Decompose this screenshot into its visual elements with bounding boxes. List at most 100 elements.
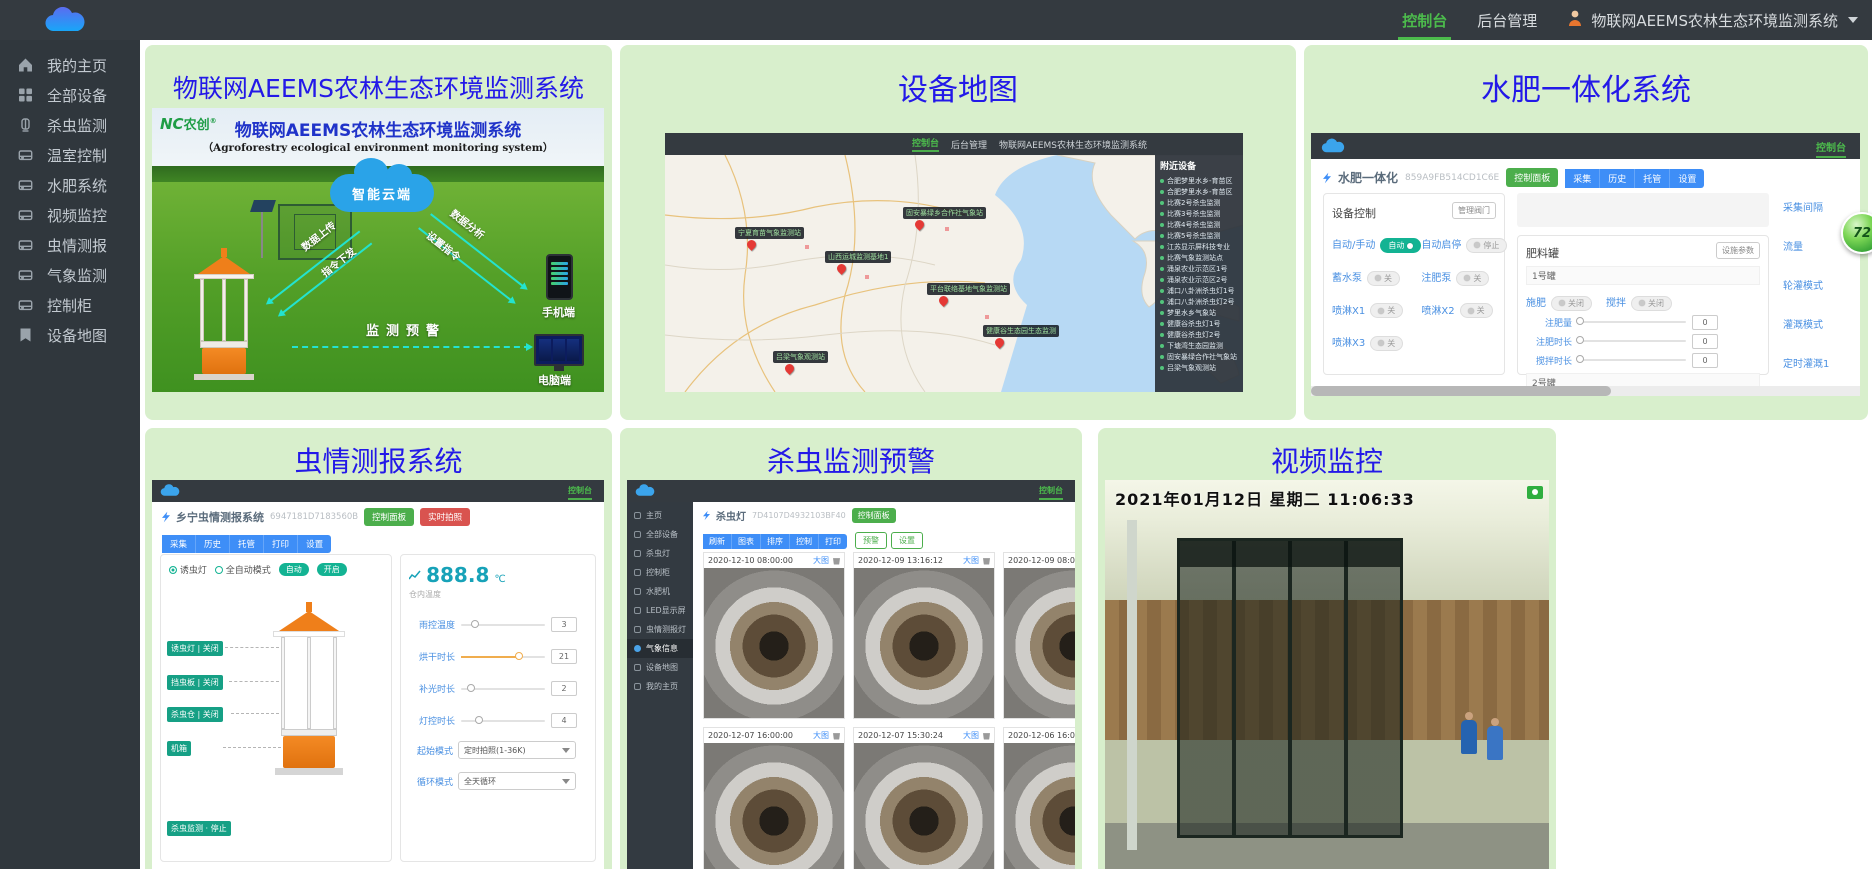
scrollbar-thumb[interactable]	[1311, 386, 1611, 396]
killer-monitor-image[interactable]: 控制台 主页 全部设备 杀虫灯 控制柜 水肥机 LED显示屏 虫情测报灯 气象信…	[627, 480, 1075, 869]
map-pin-label: 吕梁气象观测站	[773, 351, 828, 363]
map-pin[interactable]: 平台联络基地气象监测站	[927, 283, 1010, 305]
toolbar-button: 打印	[264, 535, 298, 553]
mini-console-label: 控制台	[568, 485, 592, 500]
sidebar-item-insect-killer[interactable]: 杀虫监测	[0, 110, 140, 140]
control-row: 喷淋X2关	[1421, 299, 1507, 319]
nearby-device-item[interactable]: 下塘湾生态园监测	[1160, 340, 1238, 351]
nearby-device-item[interactable]: 涌泉农业示范区2号	[1160, 274, 1238, 285]
nearby-device-item[interactable]: 比赛2号杀虫监测	[1160, 197, 1238, 208]
nearby-device-item[interactable]: 浦口八卦洲杀虫灯2号	[1160, 296, 1238, 307]
nearby-device-item[interactable]: 涌泉农业示范区1号	[1160, 263, 1238, 274]
sidebar-item-weather[interactable]: 气象监测	[0, 260, 140, 290]
card-hero-title[interactable]: 物联网AEEMS农林生态环境监测系统	[145, 69, 612, 105]
sidebar-item-device-map[interactable]: 设备地图	[0, 320, 140, 350]
photo-tile: 2020-12-09 08:00:00 大图	[1003, 552, 1075, 719]
bolt-icon	[1323, 172, 1331, 184]
nearby-device-item[interactable]: 比赛4号杀虫监测	[1160, 219, 1238, 230]
status-chip: 杀虫监测 · 停止	[167, 821, 231, 836]
control-panel-button: 控制面板	[364, 508, 414, 526]
nearby-device-item[interactable]: 健康谷杀虫灯1号	[1160, 318, 1238, 329]
hero-image[interactable]: NC农创® 物联网AEEMS农林生态环境监测系统 （Agroforestry e…	[152, 108, 604, 392]
map-pin[interactable]: 宁夏育苗气象监测站	[735, 227, 804, 249]
map-pin-label: 健康谷生态园生态监测	[983, 325, 1059, 337]
pin-icon	[1160, 179, 1164, 183]
nearby-device-item[interactable]: 浦口八卦洲杀虫灯1号	[1160, 285, 1238, 296]
sidebar-item-fertigation[interactable]: 水肥系统	[0, 170, 140, 200]
nearby-device-item[interactable]: 比赛气象监测站点	[1160, 252, 1238, 263]
card-hero: 物联网AEEMS农林生态环境监测系统 NC农创® 物联网AEEMS农林生态环境监…	[145, 45, 612, 420]
nearby-device-item[interactable]: 吕梁气象观测站	[1160, 362, 1238, 373]
chevron-down-icon	[562, 748, 570, 753]
facility-params-button: 设施参数	[1716, 242, 1760, 259]
map-pin[interactable]: 山西运城监测基地1	[825, 251, 891, 273]
sidebar-item-all-devices[interactable]: 全部设备	[0, 80, 140, 110]
nav-admin[interactable]: 后台管理	[1477, 0, 1537, 40]
sidebar-item-label: 水肥系统	[47, 175, 107, 196]
nearby-device-item[interactable]: 比赛5号杀虫监测	[1160, 230, 1238, 241]
card-pest-title[interactable]: 虫情测报系统	[145, 440, 612, 480]
device-name: 乡宁虫情测报系统	[176, 509, 264, 525]
card-device-map: 设备地图 控制台 后台管理 物联网AEEMS农林生态环境监测系统	[620, 45, 1296, 420]
map-pin[interactable]: 健康谷生态园生态监测	[983, 325, 1059, 347]
card-map-title[interactable]: 设备地图	[620, 65, 1296, 109]
nearby-device-item[interactable]: 梦里水乡气象站	[1160, 307, 1238, 318]
card-killer-monitor: 杀虫监测预警 控制台 主页 全部设备 杀虫灯 控制柜 水肥机 LED显示屏 虫情…	[620, 428, 1082, 869]
pin-icon	[1160, 223, 1164, 227]
fertigation-image[interactable]: 控制台 水肥一体化 859A9FB514CD1C6E 控制面板 采集历史托管设置…	[1311, 133, 1860, 396]
control-row: 喷淋X1关	[1332, 299, 1421, 319]
mini-sidebar-item: 控制柜	[627, 563, 693, 582]
photo-timestamp: 2020-12-07 16:00:00	[708, 731, 809, 740]
nearby-devices-title: 附近设备	[1160, 159, 1238, 172]
pin-icon	[1160, 333, 1164, 337]
pin-icon	[1160, 212, 1164, 216]
device-map-image[interactable]: 控制台 后台管理 物联网AEEMS农林生态环境监测系统	[665, 133, 1243, 392]
sidebar-item-label: 气象监测	[47, 265, 107, 286]
map-icon	[17, 327, 34, 343]
nav-console[interactable]: 控制台	[1402, 0, 1447, 40]
sidebar-item-label: 全部设备	[47, 85, 107, 106]
toolbar-button: 采集	[1565, 169, 1600, 188]
card-killer-title[interactable]: 杀虫监测预警	[620, 440, 1082, 480]
map-pin[interactable]: 固安暴绿乡合作社气象站	[903, 207, 986, 229]
device-icon	[17, 237, 34, 253]
card-video-title[interactable]: 视频监控	[1098, 440, 1556, 480]
nearby-device-item[interactable]: 江苏显示屏科技专业	[1160, 241, 1238, 252]
sidebar-item-home[interactable]: 我的主页	[0, 50, 140, 80]
card-fert-title[interactable]: 水肥一体化系统	[1304, 65, 1868, 109]
cloud-logo-icon[interactable]	[44, 7, 86, 37]
nearby-device-item[interactable]: 合肥梦里水乡-育苗区	[1160, 175, 1238, 186]
sidebar-item-label: 设备地图	[47, 325, 107, 346]
setting-label: 定时灌溉1	[1783, 355, 1829, 370]
enlarge-link: 大图	[963, 555, 979, 566]
nav-account-dropdown[interactable]: 物联网AEEMS农林生态环境监测系统	[1567, 0, 1858, 40]
pest-report-image[interactable]: 控制台 乡宁虫情测报系统 6947181D7183560B 控制面板 实时拍照 …	[152, 480, 604, 869]
nearby-device-item[interactable]: 固安暴绿合作社气象站	[1160, 351, 1238, 362]
insect-photo	[854, 743, 994, 869]
slider-row: 搅拌时长 0	[1526, 353, 1760, 368]
enlarge-link: 大图	[963, 730, 979, 741]
pc-label: 电脑端	[538, 372, 571, 388]
sidebar-item-label: 我的主页	[47, 55, 107, 76]
mini-sidebar-item: 全部设备	[627, 525, 693, 544]
insect-lamp-roof	[198, 256, 250, 274]
setting-label: 轮灌模式	[1783, 277, 1829, 292]
sidebar-item-pest-report[interactable]: 虫情测报	[0, 230, 140, 260]
nearby-device-item[interactable]: 比赛3号杀虫监测	[1160, 208, 1238, 219]
pin-icon	[1160, 267, 1164, 271]
pin-icon	[1160, 355, 1164, 359]
sidebar-item-greenhouse[interactable]: 温室控制	[0, 140, 140, 170]
video-still-image[interactable]: 2021年01月12日 星期二 11:06:33	[1105, 480, 1549, 869]
tank-sliders: 注肥量 0 注肥时长 0 搅拌时长 0	[1526, 315, 1760, 368]
nearby-device-item[interactable]: 合肥梦里水乡-育苗区	[1160, 186, 1238, 197]
slider-row: 注肥量 0	[1526, 315, 1760, 330]
map-pin[interactable]: 吕梁气象观测站	[773, 351, 828, 373]
insect-lamp-pole	[222, 279, 226, 341]
sidebar-item-video[interactable]: 视频监控	[0, 200, 140, 230]
nearby-device-item[interactable]: 健康谷杀虫灯2号	[1160, 329, 1238, 340]
sidebar-item-control-cabinet[interactable]: 控制柜	[0, 290, 140, 320]
arrow-label-warning: 监测预警	[366, 320, 446, 339]
toolbar-button: 预警	[855, 532, 887, 549]
slider-row: 灯控时长 4	[409, 713, 587, 728]
toolbar-button: 刷新	[703, 534, 732, 549]
